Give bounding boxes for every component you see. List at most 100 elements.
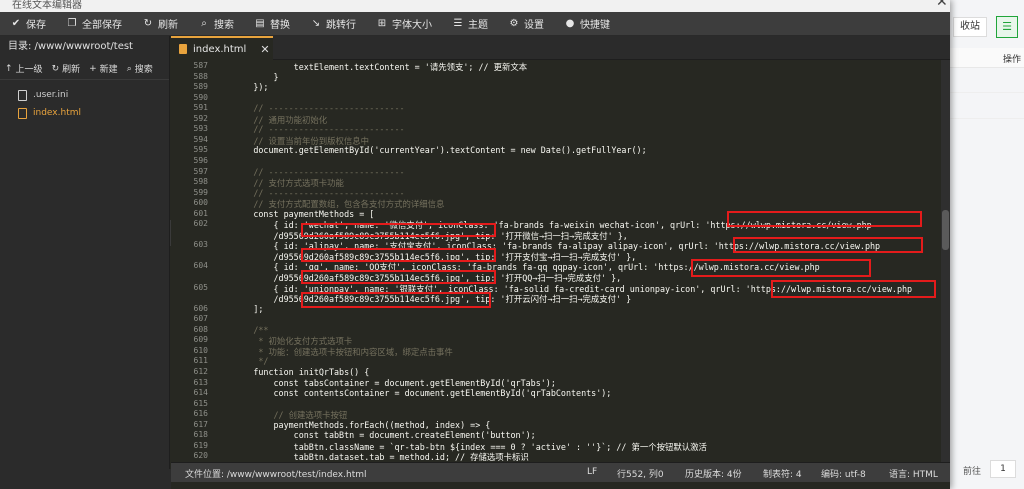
toolbar-save-all-button[interactable]: ❐ 全部保存 <box>56 12 132 36</box>
file-name: .user.ini <box>33 90 69 100</box>
line-number: 589 <box>193 82 208 92</box>
settings-icon: ⚙ <box>509 18 519 29</box>
goto-page-label: 前往 <box>963 467 982 477</box>
code-line: function initQrTabs() { <box>213 366 370 377</box>
status-line-ending[interactable]: LF <box>587 467 597 477</box>
save-icon: ✔ <box>11 18 21 29</box>
toolbar-font-size-button[interactable]: ⊞ 字体大小 <box>366 12 442 36</box>
vertical-scrollbar[interactable] <box>941 60 950 462</box>
recycle-bin-button[interactable]: 收站 <box>953 17 987 37</box>
code-line: paymentMethods.forEach((method, index) =… <box>213 419 491 430</box>
sidebar-action-label: 刷新 <box>62 65 81 75</box>
close-tab-icon[interactable]: ✕ <box>260 43 269 56</box>
code-line: // --------------------------- <box>213 103 405 114</box>
code-line: // --------------------------- <box>213 124 405 135</box>
sidebar-action-label: 新建 <box>99 65 118 75</box>
line-number: 610 <box>193 345 208 355</box>
code-line: document.getElementById('currentYear').t… <box>213 145 647 156</box>
status-file-path: 文件位置: /www/wwwroot/test/index.html <box>185 470 367 480</box>
toolbar-label: 设置 <box>524 20 544 31</box>
status-language[interactable]: 语言: HTML <box>889 467 938 480</box>
line-number: 598 <box>193 177 208 187</box>
file-icon <box>18 89 27 101</box>
line-number: 620 <box>193 451 208 461</box>
theme-icon: ☰ <box>453 18 463 29</box>
table-row-divider <box>950 118 1024 119</box>
file-item[interactable]: .user.ini <box>0 86 169 104</box>
toolbar-settings-button[interactable]: ⚙ 设置 <box>498 12 554 36</box>
highlight-box <box>301 270 496 284</box>
line-number: 618 <box>193 430 208 440</box>
sidebar-refresh-button[interactable]: ↻ 刷新 <box>47 62 85 76</box>
line-number: 615 <box>193 398 208 408</box>
sidebar-up-button[interactable]: ↑ 上一级 <box>0 62 47 76</box>
scrollbar-thumb[interactable] <box>942 210 949 250</box>
line-number: 602 <box>193 219 208 229</box>
toolbar-label: 快捷键 <box>580 20 610 31</box>
toolbar: ✔ 保存 ❐ 全部保存 ↻ 刷新 ⌕ 搜索 ▤ 替换 ↘ 跳转行 ⊞ 字体大小 ☰ 主题 ⚙ 设置 ● 快捷键 <box>0 12 950 36</box>
line-number: 588 <box>193 71 208 81</box>
list-view-icon[interactable]: ☰ <box>996 16 1018 38</box>
up-icon: ↑ <box>5 63 13 74</box>
toolbar-refresh-button[interactable]: ↻ 刷新 <box>132 12 188 36</box>
table-row-divider <box>950 92 1024 93</box>
line-number: 607 <box>193 314 208 324</box>
goto-line-icon: ↘ <box>311 18 321 29</box>
code-line: /** <box>213 324 269 335</box>
toolbar-shortcuts-button[interactable]: ● 快捷键 <box>554 12 620 36</box>
refresh-icon: ↻ <box>51 63 60 74</box>
sidebar-action-label: 搜索 <box>134 65 153 75</box>
line-number: 612 <box>193 366 208 376</box>
file-sidebar: 目录: /www/wwwroot/test ↑ 上一级 ↻ 刷新 + 新建 ⌕ 搜索 .use… <box>0 36 170 469</box>
status-tab-size[interactable]: 制表符: 4 <box>763 467 802 480</box>
highlight-box <box>733 237 923 253</box>
status-bar: 文件位置: /www/wwwroot/test/index.html LF 行5… <box>171 462 950 482</box>
sidebar-new-button[interactable]: + 新建 <box>84 62 122 76</box>
sidebar-action-label: 上一级 <box>15 65 43 75</box>
status-cursor[interactable]: 行552, 列0 <box>617 467 664 480</box>
code-line: const paymentMethods = [ <box>213 208 375 219</box>
line-number: 609 <box>193 335 208 345</box>
line-number: 608 <box>193 324 208 334</box>
line-number: 611 <box>193 356 208 366</box>
search-icon: ⌕ <box>201 18 207 29</box>
highlight-box <box>727 211 922 227</box>
code-line: ]; <box>213 303 264 314</box>
file-icon <box>18 107 27 119</box>
directory-path: 目录: /www/wwwroot/test <box>8 41 133 52</box>
line-number: 614 <box>193 388 208 398</box>
sidebar-search-button[interactable]: ⌕ 搜索 <box>122 62 157 76</box>
line-number: 601 <box>193 208 208 218</box>
code-line: const tabsContainer = document.getElemen… <box>213 377 556 388</box>
toolbar-save-button[interactable]: ✔ 保存 <box>0 12 56 36</box>
line-number: 619 <box>193 440 208 450</box>
file-item[interactable]: index.html <box>0 104 169 122</box>
highlight-box <box>771 280 936 298</box>
line-number: 590 <box>193 92 208 102</box>
shortcuts-icon: ● <box>565 18 575 29</box>
toolbar-theme-button[interactable]: ☰ 主题 <box>442 12 498 36</box>
line-number: 592 <box>193 113 208 123</box>
close-icon[interactable]: ✕ <box>936 0 948 10</box>
tab-label: index.html <box>193 43 247 55</box>
toolbar-label: 保存 <box>26 20 46 31</box>
toolbar-goto-line-button[interactable]: ↘ 跳转行 <box>300 12 366 36</box>
html-file-icon <box>179 44 187 54</box>
line-number: 597 <box>193 166 208 176</box>
goto-page-input[interactable]: 1 <box>990 460 1016 478</box>
line-number: 613 <box>193 377 208 387</box>
editor-window: 在线文本编辑器 ✕ ✔ 保存 ❐ 全部保存 ↻ 刷新 ⌕ 搜索 ▤ 替换 ↘ 跳转行 ⊞ 字体大小 ☰ 主题 ⚙… <box>0 0 950 489</box>
toolbar-replace-button[interactable]: ▤ 替换 <box>244 12 300 36</box>
file-name: index.html <box>33 108 81 118</box>
toolbar-search-button[interactable]: ⌕ 搜索 <box>188 12 244 36</box>
code-editor[interactable]: 587 textElement.textContent = '请先领支'; //… <box>171 60 950 462</box>
tab-index-html[interactable]: index.html ✕ <box>171 36 273 60</box>
status-history[interactable]: 历史版本: 4份 <box>685 467 742 480</box>
title-bar: 在线文本编辑器 ✕ <box>0 0 950 12</box>
toolbar-label: 字体大小 <box>392 20 432 31</box>
toolbar-label: 跳转行 <box>326 20 356 31</box>
status-encoding[interactable]: 编码: utf-8 <box>821 467 866 480</box>
tab-bar: index.html ✕ <box>171 36 950 60</box>
line-number: 603 <box>193 240 208 250</box>
save-all-icon: ❐ <box>67 18 77 29</box>
